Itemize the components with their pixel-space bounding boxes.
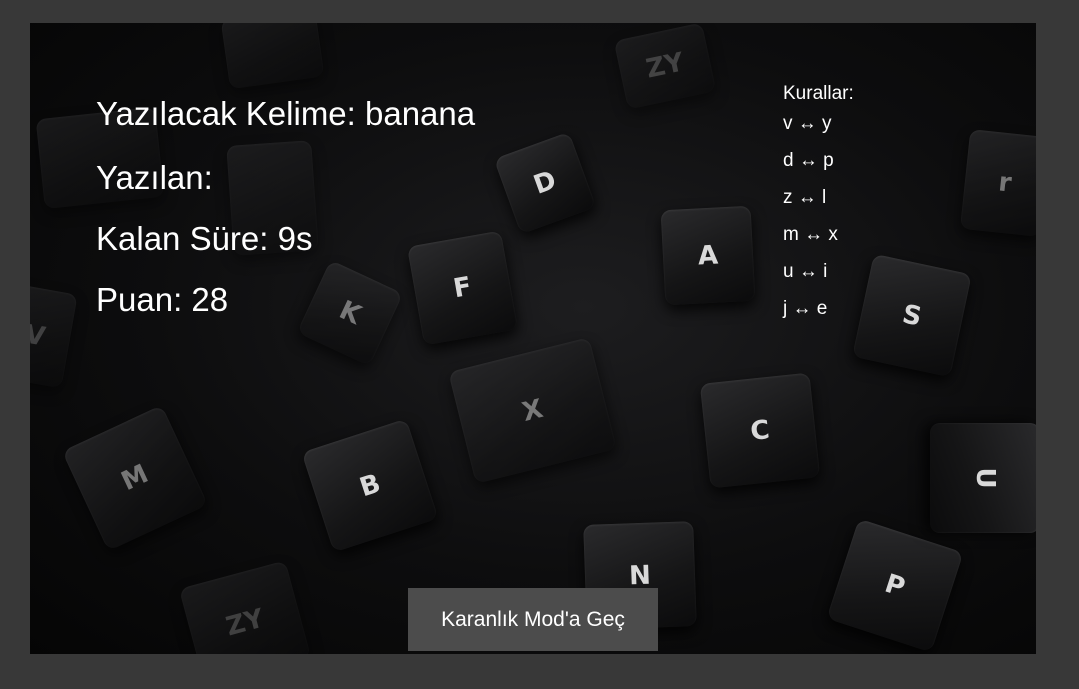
score-label: Puan: 28 xyxy=(96,281,229,318)
key-c: C xyxy=(699,372,821,489)
key-f: F xyxy=(407,230,518,346)
rule-item: d ↔ p xyxy=(783,150,834,171)
game-stage: ZY D A F K S C X B N P M U V r ZY Yazıla… xyxy=(30,23,1036,654)
rule-item: z ↔ l xyxy=(783,187,827,208)
target-word-label: Yazılacak Kelime: banana xyxy=(96,95,476,132)
key-top-left xyxy=(220,23,325,90)
time-left-label: Kalan Süre: 9s xyxy=(96,220,313,257)
key-v: V xyxy=(30,282,78,389)
key-zy: ZY xyxy=(613,23,717,110)
key-s: S xyxy=(852,253,972,378)
key-r: r xyxy=(959,129,1036,237)
key-b: B xyxy=(301,418,439,553)
key-x: X xyxy=(448,337,617,484)
key-yz: ZY xyxy=(178,560,312,654)
key-k: K xyxy=(296,259,404,367)
rule-item: u ↔ i xyxy=(783,261,828,282)
rules-title: Kurallar: xyxy=(783,83,854,104)
key-u: U xyxy=(930,423,1036,533)
dark-mode-toggle-button[interactable]: Karanlık Mod'a Geç xyxy=(408,588,658,651)
rule-item: m ↔ x xyxy=(783,224,838,245)
key-m: M xyxy=(61,404,209,552)
key-a: A xyxy=(660,205,756,306)
typed-label: Yazılan: xyxy=(96,159,213,196)
rules-panel: Kurallar: v ↔ y d ↔ p z ↔ l m ↔ x u ↔ i … xyxy=(783,83,854,335)
rule-item: v ↔ y xyxy=(783,113,832,134)
rule-item: j ↔ e xyxy=(783,298,828,319)
key-p: P xyxy=(826,518,964,653)
key-d: D xyxy=(493,131,597,235)
